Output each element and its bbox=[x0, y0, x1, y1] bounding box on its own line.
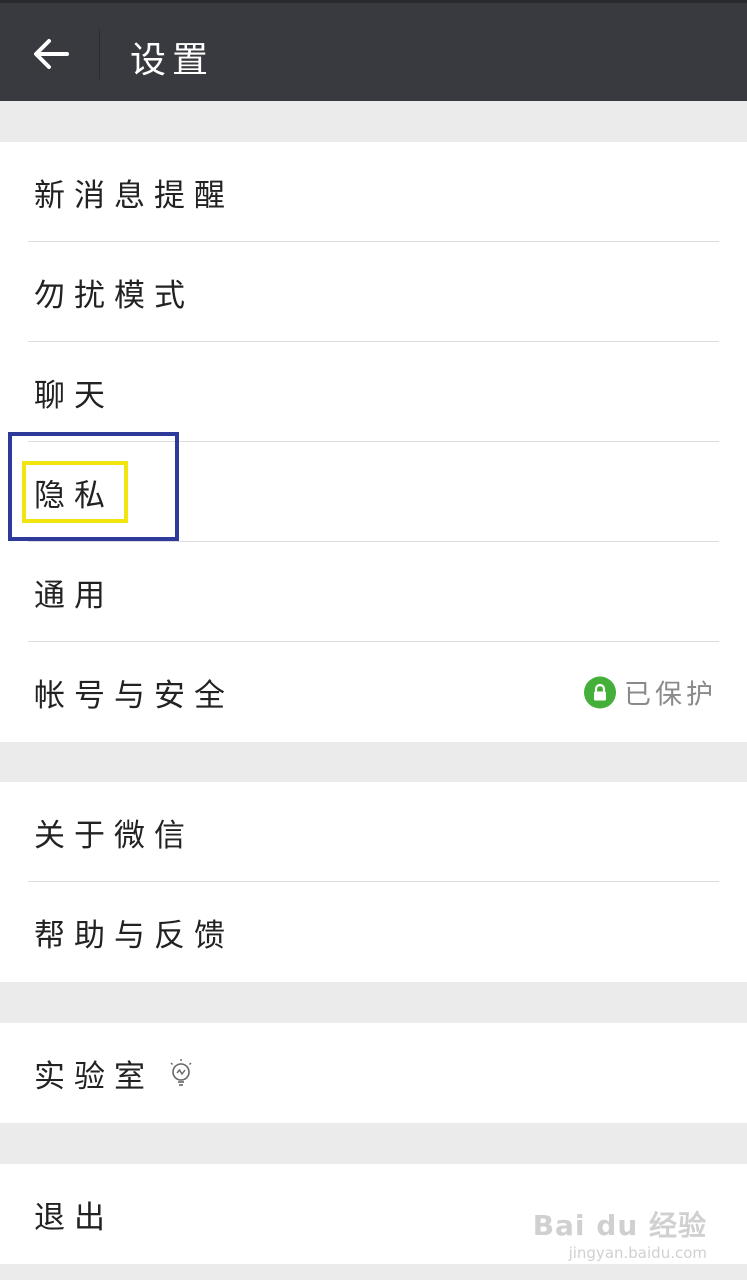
settings-item-label: 通用 bbox=[34, 577, 114, 614]
settings-item-account-security[interactable]: 帐号与安全 已保护 bbox=[0, 642, 747, 742]
header-divider bbox=[99, 29, 100, 79]
settings-item-lab[interactable]: 实验室 bbox=[0, 1023, 747, 1123]
settings-item-label: 勿扰模式 bbox=[34, 277, 194, 314]
lightbulb-icon bbox=[168, 1058, 194, 1088]
settings-item-do-not-disturb[interactable]: 勿扰模式 bbox=[0, 242, 747, 342]
arrow-left-icon bbox=[34, 39, 69, 69]
settings-group-about: 关于微信 帮助与反馈 bbox=[0, 782, 747, 982]
settings-item-label: 退出 bbox=[34, 1199, 114, 1236]
settings-item-chat[interactable]: 聊天 bbox=[0, 342, 747, 442]
protection-status: 已保护 bbox=[584, 673, 717, 712]
settings-item-label: 实验室 bbox=[34, 1058, 154, 1095]
highlight-box-inner bbox=[22, 461, 128, 523]
settings-item-label: 帐号与安全 bbox=[34, 677, 234, 714]
page-title: 设置 bbox=[130, 40, 215, 81]
settings-item-label: 关于微信 bbox=[34, 817, 194, 854]
watermark: Bai du 经验 jingyan.baidu.com bbox=[533, 1204, 707, 1262]
settings-item-label: 帮助与反馈 bbox=[34, 917, 234, 954]
settings-item-general[interactable]: 通用 bbox=[0, 542, 747, 642]
settings-item-label: 聊天 bbox=[34, 377, 114, 414]
settings-item-new-message[interactable]: 新消息提醒 bbox=[0, 142, 747, 242]
settings-item-help-feedback[interactable]: 帮助与反馈 bbox=[0, 882, 747, 982]
top-bar: 设置 bbox=[0, 0, 747, 101]
settings-item-about[interactable]: 关于微信 bbox=[0, 782, 747, 882]
back-button[interactable] bbox=[20, 23, 82, 85]
lock-icon bbox=[584, 676, 616, 708]
watermark-sub-text: jingyan.baidu.com bbox=[568, 1244, 707, 1262]
settings-group-lab: 实验室 bbox=[0, 1023, 747, 1123]
settings-item-label: 新消息提醒 bbox=[34, 177, 234, 214]
protection-status-text: 已保护 bbox=[624, 679, 717, 711]
watermark-main-text: Bai du 经验 bbox=[532, 1209, 707, 1242]
